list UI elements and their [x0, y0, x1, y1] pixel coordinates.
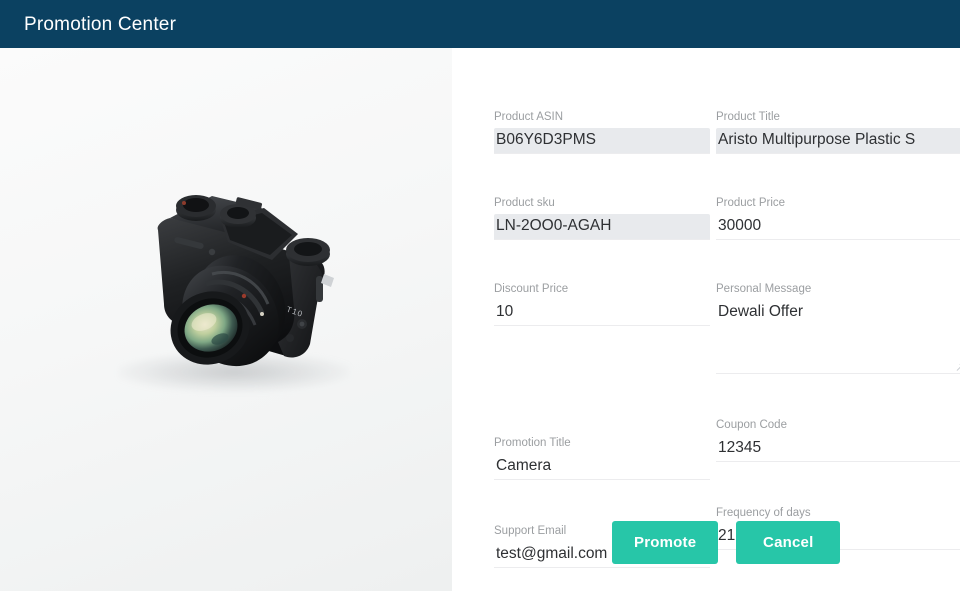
- field-discount-price: Discount Price: [494, 282, 710, 326]
- row-spacer: [494, 154, 710, 196]
- product-sku-label: Product sku: [494, 197, 555, 209]
- product-asin-label: Product ASIN: [494, 111, 564, 123]
- coupon-code-label: Coupon Code: [716, 419, 787, 431]
- camera-illustration: FUJIFILM X-T10: [157, 195, 334, 367]
- field-coupon-code: Coupon Code: [716, 418, 960, 462]
- field-product-title: Product Title: [716, 110, 960, 154]
- row-spacer: [716, 240, 960, 282]
- app-header: Promotion Center: [0, 0, 960, 48]
- form-column-right: Product Title Product Price Personal Mes…: [716, 110, 960, 568]
- product-sku-input[interactable]: [494, 214, 710, 240]
- product-title-input[interactable]: [716, 128, 960, 154]
- field-product-price: Product Price: [716, 196, 960, 240]
- promotion-form: Product ASIN Product sku Discount Price: [494, 110, 960, 568]
- frequency-of-days-label: Frequency of days: [716, 507, 811, 519]
- row-spacer: [494, 480, 710, 524]
- product-image-pane: FUJIFILM X-T10: [0, 48, 452, 591]
- promotion-title-label: Promotion Title: [494, 437, 571, 449]
- form-column-left: Product ASIN Product sku Discount Price: [494, 110, 710, 568]
- field-product-asin: Product ASIN: [494, 110, 710, 154]
- product-title-label: Product Title: [716, 111, 780, 123]
- promotion-form-pane: Product ASIN Product sku Discount Price: [452, 48, 960, 591]
- promotion-center-page: Promotion Center X-T10 Product ASIN B06Y…: [0, 0, 960, 591]
- form-row-1: Product ASIN Product sku Discount Price: [494, 110, 960, 568]
- product-price-input[interactable]: [716, 214, 960, 240]
- cancel-button[interactable]: Cancel: [736, 521, 841, 564]
- row-spacer: [494, 326, 710, 436]
- page-title: Promotion Center: [24, 13, 177, 35]
- row-spacer: [716, 154, 960, 196]
- product-image: FUJIFILM X-T10: [112, 156, 362, 406]
- personal-message-textarea[interactable]: [716, 300, 960, 374]
- row-spacer: [716, 374, 960, 418]
- product-asin-input[interactable]: [494, 128, 710, 154]
- form-actions: Promote Cancel: [452, 521, 960, 564]
- field-product-sku: Product sku: [494, 196, 710, 240]
- promote-button[interactable]: Promote: [612, 521, 719, 564]
- promotion-title-input[interactable]: [494, 454, 710, 480]
- row-spacer: [494, 240, 710, 282]
- discount-price-label: Discount Price: [494, 283, 569, 295]
- field-promotion-title: Promotion Title: [494, 436, 710, 480]
- page-body: FUJIFILM X-T10: [0, 48, 960, 591]
- row-spacer: [716, 462, 960, 506]
- product-price-label: Product Price: [716, 197, 786, 209]
- field-personal-message: Personal Message: [716, 282, 960, 374]
- personal-message-label: Personal Message: [716, 283, 812, 295]
- coupon-code-input[interactable]: [716, 436, 960, 462]
- discount-price-input[interactable]: [494, 300, 710, 326]
